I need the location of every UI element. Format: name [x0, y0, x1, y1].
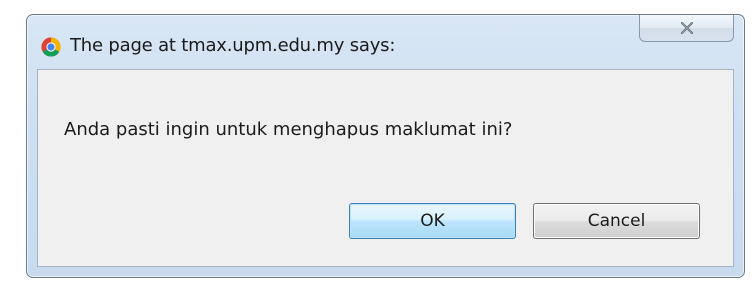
- dialog-content: Anda pasti ingin untuk menghapus makluma…: [37, 69, 734, 267]
- close-icon: [680, 22, 693, 34]
- alert-dialog: The page at tmax.upm.edu.my says: Anda p…: [26, 14, 745, 278]
- dialog-titlebar: The page at tmax.upm.edu.my says:: [27, 15, 744, 69]
- screen: The page at tmax.upm.edu.my says: Anda p…: [0, 0, 753, 285]
- close-button[interactable]: [639, 15, 734, 42]
- ok-button[interactable]: OK: [349, 203, 516, 239]
- dialog-title: The page at tmax.upm.edu.my says:: [70, 35, 396, 56]
- dialog-message: Anda pasti ingin untuk menghapus makluma…: [64, 119, 513, 140]
- cancel-button[interactable]: Cancel: [533, 203, 700, 239]
- chrome-browser-icon: [41, 37, 61, 57]
